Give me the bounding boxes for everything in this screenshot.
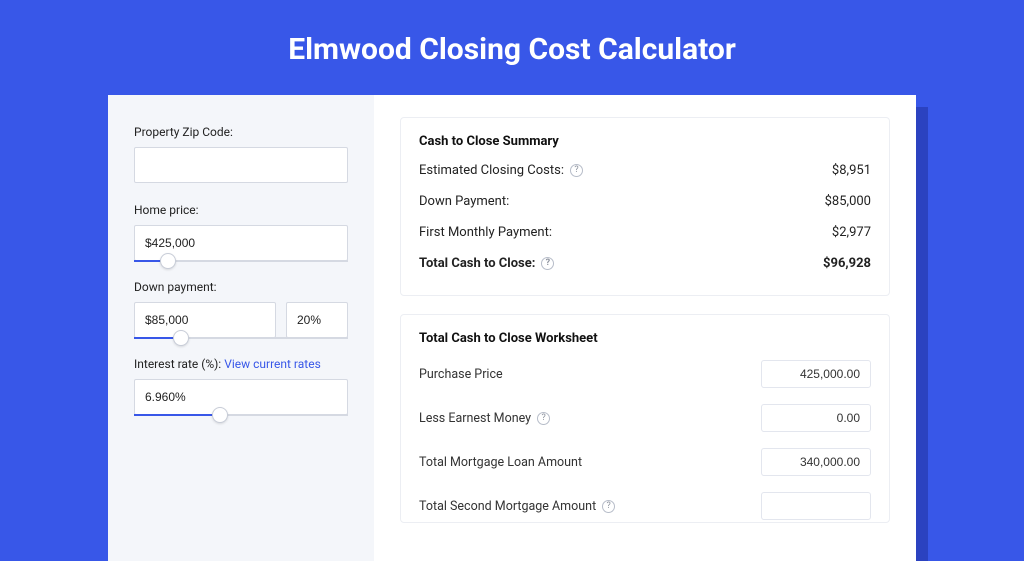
- info-icon[interactable]: ?: [541, 257, 554, 270]
- worksheet-title: Total Cash to Close Worksheet: [419, 331, 871, 346]
- interest-rate-field: Interest rate (%): View current rates: [134, 357, 348, 416]
- summary-value: $2,977: [832, 225, 871, 240]
- summary-row-est-costs: Estimated Closing Costs: ? $8,951: [419, 163, 871, 178]
- slider-thumb[interactable]: [160, 253, 176, 269]
- summary-value: $8,951: [832, 163, 871, 178]
- worksheet-panel: Total Cash to Close Worksheet Purchase P…: [400, 314, 890, 523]
- worksheet-label: Purchase Price: [419, 367, 503, 382]
- home-price-label: Home price:: [134, 203, 348, 217]
- summary-title: Cash to Close Summary: [419, 134, 871, 149]
- summary-row-total: Total Cash to Close: ? $96,928: [419, 256, 871, 271]
- interest-rate-input[interactable]: [134, 379, 348, 415]
- summary-value: $96,928: [823, 256, 871, 271]
- slider-thumb[interactable]: [212, 407, 228, 423]
- home-price-field: Home price:: [134, 203, 348, 262]
- input-sidebar: Property Zip Code: Home price: Down paym…: [108, 95, 374, 561]
- zip-label: Property Zip Code:: [134, 125, 348, 139]
- worksheet-row-purchase: Purchase Price: [419, 360, 871, 388]
- worksheet-label: Total Mortgage Loan Amount: [419, 455, 582, 470]
- summary-label: Total Cash to Close:: [419, 256, 535, 271]
- summary-panel: Cash to Close Summary Estimated Closing …: [400, 117, 890, 296]
- worksheet-row-loan: Total Mortgage Loan Amount: [419, 448, 871, 476]
- summary-value: $85,000: [825, 194, 871, 209]
- down-payment-input[interactable]: [134, 302, 276, 338]
- slider-thumb[interactable]: [173, 330, 189, 346]
- slider-fill: [134, 414, 220, 416]
- down-payment-label: Down payment:: [134, 280, 348, 294]
- home-price-slider[interactable]: [134, 260, 348, 262]
- earnest-money-input[interactable]: [761, 404, 871, 432]
- zip-field: Property Zip Code:: [134, 125, 348, 183]
- worksheet-label: Total Second Mortgage Amount: [419, 499, 596, 514]
- purchase-price-input[interactable]: [761, 360, 871, 388]
- summary-row-first-payment: First Monthly Payment: $2,977: [419, 225, 871, 240]
- summary-label: First Monthly Payment:: [419, 225, 552, 240]
- worksheet-label: Less Earnest Money: [419, 411, 531, 426]
- interest-rate-label: Interest rate (%): View current rates: [134, 357, 348, 371]
- calculator-card: Property Zip Code: Home price: Down paym…: [108, 95, 916, 561]
- worksheet-row-second: Total Second Mortgage Amount ?: [419, 492, 871, 520]
- down-payment-slider[interactable]: [134, 337, 348, 339]
- zip-input[interactable]: [134, 147, 348, 183]
- view-current-rates-link[interactable]: View current rates: [224, 357, 321, 371]
- summary-label: Estimated Closing Costs:: [419, 163, 564, 178]
- down-payment-field: Down payment:: [134, 280, 348, 339]
- summary-row-down-payment: Down Payment: $85,000: [419, 194, 871, 209]
- results-panel: Cash to Close Summary Estimated Closing …: [374, 95, 916, 561]
- page-title: Elmwood Closing Cost Calculator: [0, 0, 1024, 95]
- interest-rate-label-text: Interest rate (%):: [134, 357, 221, 371]
- info-icon[interactable]: ?: [570, 164, 583, 177]
- second-mortgage-input[interactable]: [761, 492, 871, 520]
- info-icon[interactable]: ?: [602, 500, 615, 513]
- down-payment-pct-input[interactable]: [286, 302, 348, 338]
- summary-label: Down Payment:: [419, 194, 509, 209]
- worksheet-row-earnest: Less Earnest Money ?: [419, 404, 871, 432]
- interest-rate-slider[interactable]: [134, 414, 348, 416]
- loan-amount-input[interactable]: [761, 448, 871, 476]
- info-icon[interactable]: ?: [537, 412, 550, 425]
